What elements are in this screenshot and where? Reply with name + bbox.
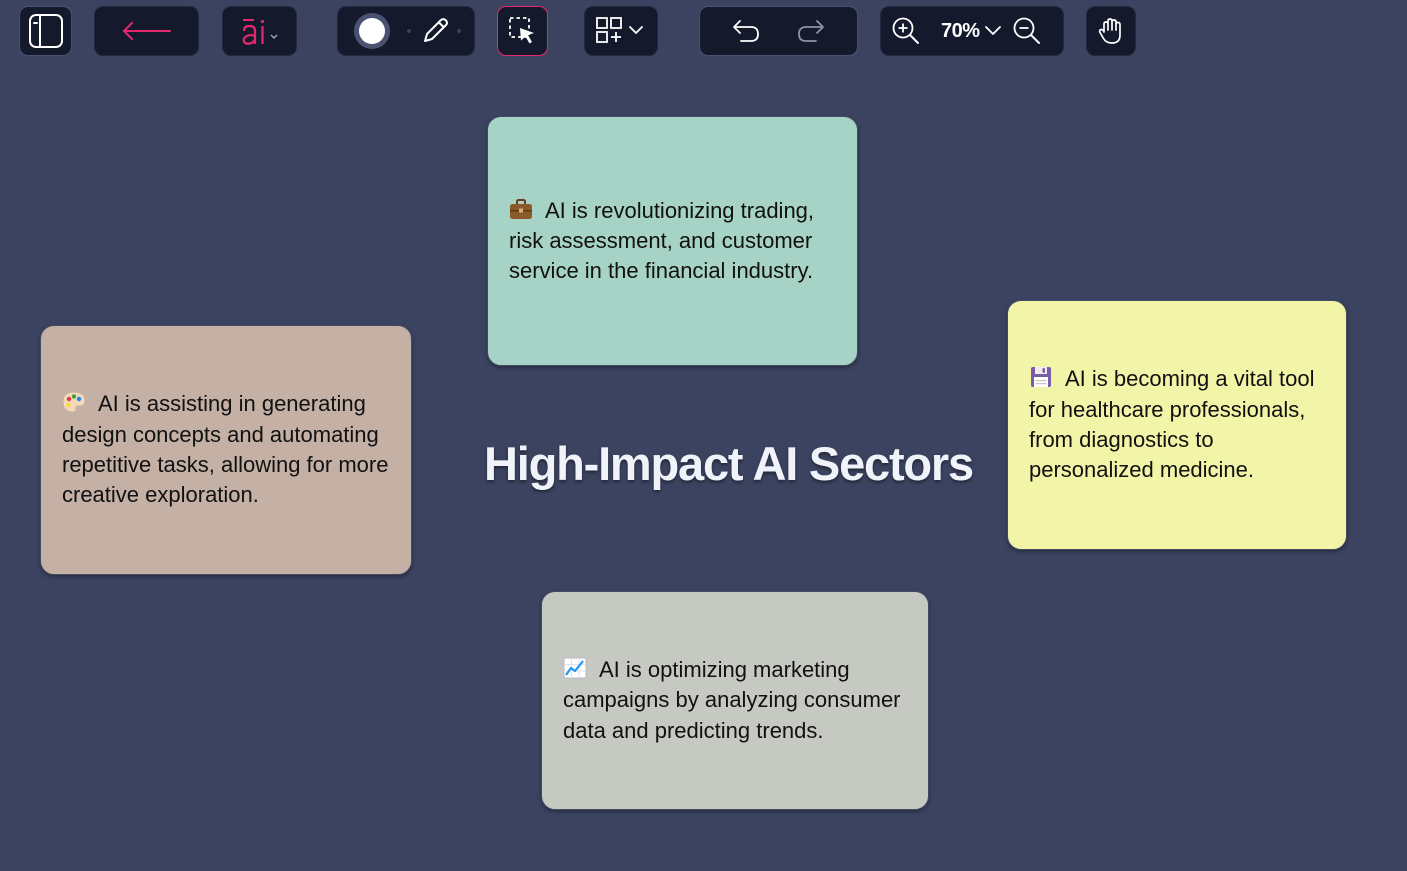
grid-add-icon	[596, 17, 643, 43]
sidebar-toggle-button[interactable]	[19, 6, 72, 56]
undo-icon	[733, 20, 760, 42]
chevron-down-icon	[984, 26, 1001, 35]
pencil-icon	[424, 18, 448, 42]
zoom-group: 70%	[880, 6, 1064, 56]
redo-button[interactable]	[796, 15, 830, 47]
note-card-text: AI is revolutionizing trading, risk asse…	[509, 197, 815, 284]
canvas-title[interactable]: High-Impact AI Sectors	[484, 436, 974, 491]
note-card-content: AI is optimizing marketing campaigns by …	[563, 655, 908, 746]
color-picker-button[interactable]	[349, 11, 395, 51]
pen-tool-button[interactable]	[418, 14, 452, 48]
note-card-finance[interactable]: AI is revolutionizing trading, risk asse…	[487, 116, 858, 366]
zoom-in-button[interactable]	[891, 16, 921, 46]
zoom-level-dropdown[interactable]: 70%	[941, 20, 1004, 43]
arrow-left-icon	[122, 22, 171, 40]
zoom-out-button[interactable]	[1012, 16, 1042, 46]
back-button[interactable]	[94, 6, 199, 56]
note-card-content: AI is assisting in generating design con…	[62, 389, 391, 510]
insert-elements-button[interactable]	[584, 6, 658, 56]
palette-icon	[63, 392, 85, 412]
ai-logo-icon	[242, 19, 277, 45]
history-group	[699, 6, 858, 56]
color-swatch-icon	[354, 13, 390, 49]
separator-dot-icon	[407, 29, 411, 33]
note-card-content: AI is revolutionizing trading, risk asse…	[509, 196, 837, 287]
note-card-marketing[interactable]: AI is optimizing marketing campaigns by …	[541, 591, 929, 810]
floppy-disk-icon	[1031, 367, 1051, 388]
sidebar-panel-icon	[28, 14, 63, 48]
select-tool-button[interactable]	[497, 6, 548, 56]
note-card-text: AI is assisting in generating design con…	[62, 391, 389, 508]
redo-icon	[797, 20, 824, 42]
zoom-in-icon	[892, 17, 919, 44]
selection-cursor-icon	[508, 17, 534, 44]
briefcase-icon	[510, 198, 532, 219]
note-card-healthcare[interactable]: AI is becoming a vital tool for healthca…	[1007, 300, 1347, 550]
zoom-level-value: 70%	[941, 19, 980, 42]
chart-increasing-icon	[563, 657, 587, 679]
note-card-text: AI is optimizing marketing campaigns by …	[563, 657, 901, 743]
hand-icon	[1098, 18, 1121, 44]
note-card-text: AI is becoming a vital tool for healthca…	[1029, 366, 1315, 483]
note-card-design[interactable]: AI is assisting in generating design con…	[40, 325, 412, 575]
pan-tool-button[interactable]	[1086, 6, 1136, 56]
zoom-out-icon	[1013, 17, 1040, 44]
note-card-content: AI is becoming a vital tool for healthca…	[1029, 364, 1326, 485]
undo-button[interactable]	[727, 15, 761, 47]
ai-menu-button[interactable]	[222, 6, 297, 56]
drawing-tools-group	[337, 6, 475, 56]
separator-dot-icon	[457, 29, 461, 33]
